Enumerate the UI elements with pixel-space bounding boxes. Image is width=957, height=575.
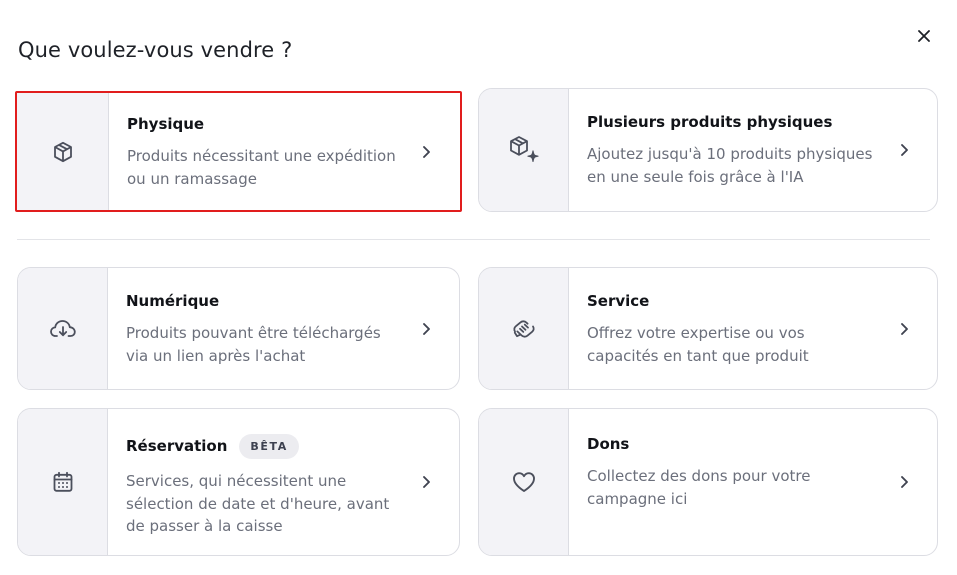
beta-badge: BÊTA bbox=[239, 433, 299, 459]
option-description: Services, qui nécessitent une sélection … bbox=[126, 472, 390, 535]
option-description: Collectez des dons pour votre campagne i… bbox=[587, 467, 811, 508]
sell-type-dialog: Que voulez-vous vendre ? Physique Produi… bbox=[0, 0, 957, 575]
chevron-right-icon bbox=[901, 322, 908, 335]
option-title-row: Réservation BÊTA bbox=[126, 433, 399, 459]
option-description: Produits pouvant être téléchargés via un… bbox=[126, 324, 381, 365]
box-sparkle-icon bbox=[509, 136, 539, 162]
section-divider bbox=[17, 239, 930, 240]
chevron-right-icon bbox=[901, 144, 908, 156]
option-title: Réservation bbox=[126, 437, 228, 455]
option-icon-cell bbox=[18, 409, 108, 555]
calendar-icon bbox=[53, 471, 72, 492]
option-numerique[interactable]: Numérique Produits pouvant être téléchar… bbox=[17, 267, 460, 390]
option-description: Ajoutez jusqu'à 10 produits physiques en… bbox=[587, 145, 873, 186]
option-icon-cell bbox=[479, 268, 569, 389]
option-title: Plusieurs produits physiques bbox=[587, 113, 833, 131]
cloud-download-icon bbox=[49, 319, 76, 337]
option-title: Dons bbox=[587, 435, 630, 453]
chevron-right-icon bbox=[901, 476, 908, 488]
box-icon bbox=[53, 141, 72, 162]
chevron-right-icon bbox=[423, 476, 430, 488]
option-plusieurs-produits[interactable]: Plusieurs produits physiques Ajoutez jus… bbox=[478, 88, 938, 212]
option-physique[interactable]: Physique Produits nécessitant une expédi… bbox=[15, 91, 462, 212]
option-icon-cell bbox=[479, 89, 569, 211]
option-reservation[interactable]: Réservation BÊTA Services, qui nécessite… bbox=[17, 408, 460, 556]
chevron-right-icon bbox=[423, 145, 430, 158]
option-title: Service bbox=[587, 292, 650, 310]
option-icon-cell bbox=[17, 93, 109, 210]
close-button[interactable] bbox=[913, 25, 935, 47]
option-description: Produits nécessitant une expédition ou u… bbox=[127, 147, 396, 188]
option-dons[interactable]: Dons Collectez des dons pour votre campa… bbox=[478, 408, 938, 556]
chevron-right-icon bbox=[423, 322, 430, 335]
handshake-icon bbox=[512, 319, 535, 338]
option-description: Offrez votre expertise ou vos capacités … bbox=[587, 324, 809, 365]
close-icon bbox=[918, 30, 930, 42]
option-icon-cell bbox=[18, 268, 108, 389]
heart-icon bbox=[512, 472, 535, 492]
option-icon-cell bbox=[479, 409, 569, 555]
dialog-title: Que voulez-vous vendre ? bbox=[18, 38, 293, 62]
option-title: Numérique bbox=[126, 292, 220, 310]
option-title: Physique bbox=[127, 115, 205, 133]
option-service[interactable]: Service Offrez votre expertise ou vos ca… bbox=[478, 267, 938, 390]
